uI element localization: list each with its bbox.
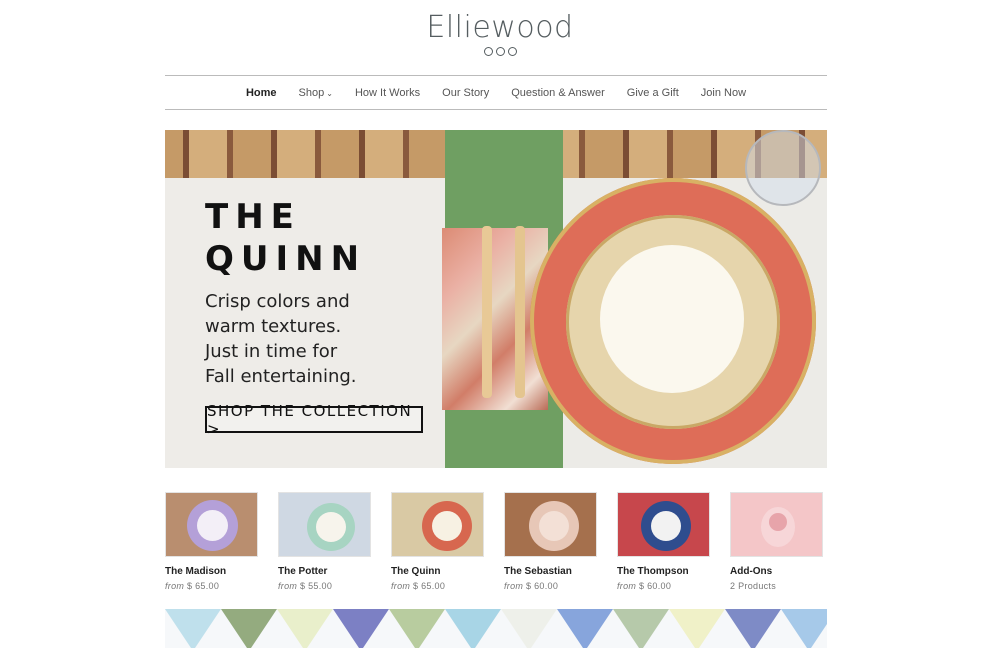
price-value: $ 65.00 (413, 581, 446, 591)
product-count: 2 Products (730, 581, 777, 591)
product-image (391, 492, 484, 557)
bunting-flag (501, 609, 557, 648)
price-prefix: from (165, 581, 185, 591)
product-card[interactable]: The Madison from $ 65.00 (165, 492, 258, 591)
hero-tagline-line2: warm textures. (205, 316, 342, 337)
product-plate-center (432, 511, 462, 541)
hero-plate-inner (600, 245, 744, 393)
product-plate-center (651, 511, 681, 541)
bunting-flag (557, 609, 613, 648)
product-name: Add-Ons (730, 566, 773, 577)
product-card[interactable]: The Quinn from $ 65.00 (391, 492, 484, 591)
price-value: $ 55.00 (300, 581, 333, 591)
product-name: The Potter (278, 566, 328, 577)
hero-tagline-line4: Fall entertaining. (205, 366, 357, 387)
nav-item-join-now[interactable]: Join Now (701, 87, 746, 99)
hero-banner[interactable]: THE QUINN Crisp colors and warm textures… (165, 130, 827, 468)
hero-title-line2: QUINN (205, 239, 367, 279)
product-name: The Sebastian (504, 566, 572, 577)
product-cupcake-image (769, 513, 787, 531)
bunting-flag (725, 609, 781, 648)
price-value: $ 65.00 (187, 581, 220, 591)
product-name: The Madison (165, 566, 227, 577)
fork-image (482, 226, 492, 398)
price-prefix: from (504, 581, 524, 591)
product-price: from $ 65.00 (391, 581, 484, 591)
product-card[interactable]: The Sebastian from $ 60.00 (504, 492, 597, 591)
bunting-flag (389, 609, 445, 648)
product-grid: The Madison from $ 65.00 The Potter from… (165, 492, 827, 602)
product-price: from $ 60.00 (504, 581, 597, 591)
nav-item-shop[interactable]: Shop ⌄ (299, 87, 333, 99)
bunting-flag (165, 609, 221, 648)
bunting-flag (781, 609, 827, 648)
product-price: from $ 65.00 (165, 581, 258, 591)
bunting-flag (221, 609, 277, 648)
product-name: The Thompson (617, 566, 689, 577)
product-image (504, 492, 597, 557)
price-value: $ 60.00 (639, 581, 672, 591)
bunting-flag (333, 609, 389, 648)
bunting-flag (445, 609, 501, 648)
product-price: from $ 55.00 (278, 581, 371, 591)
brand-name: Elliewood (426, 10, 574, 45)
product-card[interactable]: Add-Ons 2 Products (730, 492, 823, 591)
product-plate-center (316, 512, 346, 542)
price-prefix: from (617, 581, 637, 591)
product-plate-center (197, 510, 228, 541)
product-plate-center (539, 511, 569, 541)
bunting-flag (613, 609, 669, 648)
product-card[interactable]: The Thompson from $ 60.00 (617, 492, 710, 591)
bunting-flag (669, 609, 725, 648)
nav-item-our-story[interactable]: Our Story (442, 87, 489, 99)
jar-image (745, 130, 821, 206)
nav-item-give-a-gift[interactable]: Give a Gift (627, 87, 679, 99)
bunting-banner (165, 609, 827, 648)
main-nav: Home Shop ⌄ How It Works Our Story Questi… (165, 75, 827, 110)
hero-title-line1: THE (205, 197, 301, 237)
product-image (617, 492, 710, 557)
product-name: The Quinn (391, 566, 441, 577)
chevron-down-icon: ⌄ (326, 88, 333, 98)
product-image (278, 492, 371, 557)
nav-item-how-it-works[interactable]: How It Works (355, 87, 420, 99)
hero-tagline-line3: Just in time for (205, 341, 338, 362)
knife-image (515, 226, 525, 398)
product-card[interactable]: The Potter from $ 55.00 (278, 492, 371, 591)
brand-mark-icon (0, 47, 1000, 56)
nav-item-shop-label: Shop (298, 86, 325, 99)
bunting-flag (277, 609, 333, 648)
price-value: $ 60.00 (526, 581, 559, 591)
hero-tagline: Crisp colors and warm textures. Just in … (205, 289, 425, 389)
hero-title: THE QUINN (205, 196, 366, 280)
price-prefix: from (278, 581, 298, 591)
product-image (165, 492, 258, 557)
price-prefix: from (391, 581, 411, 591)
shop-collection-button[interactable]: SHOP THE COLLECTION > (205, 402, 423, 438)
nav-item-question-answer[interactable]: Question & Answer (511, 87, 605, 99)
product-image (730, 492, 823, 557)
nav-item-home[interactable]: Home (246, 87, 277, 99)
brand-logo[interactable]: Elliewood (0, 10, 1000, 56)
hero-tagline-line1: Crisp colors and (205, 291, 350, 312)
product-price: from $ 60.00 (617, 581, 710, 591)
